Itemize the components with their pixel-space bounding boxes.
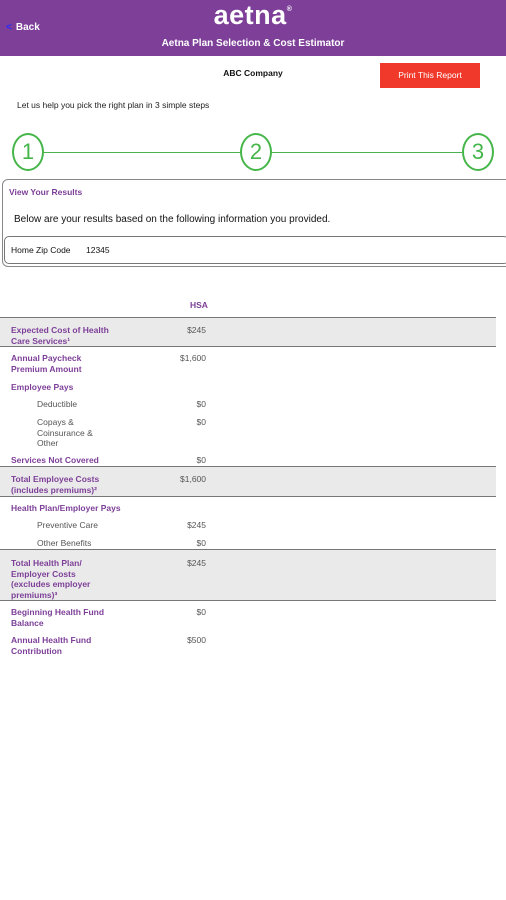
row-value: $1,600 — [180, 474, 206, 484]
row-label: Expected Cost of Health Care Services¹ — [11, 325, 109, 346]
table-row: Beginning Health Fund Balance $0 — [0, 607, 496, 629]
table-row: Health Plan/Employer Pays — [0, 503, 496, 515]
row-label: Annual Health Fund Contribution — [11, 635, 92, 656]
app-subtitle: Aetna Plan Selection & Cost Estimator — [161, 38, 345, 49]
table-row: Total Employee Costs (includes premiums)²… — [0, 466, 496, 497]
table-row: Expected Cost of Health Care Services¹ $2… — [0, 317, 496, 347]
row-label: Health Plan/Employer Pays — [11, 503, 121, 513]
row-value: $0 — [196, 607, 206, 617]
plan-column-header: HSA — [190, 300, 208, 310]
step-connector — [44, 152, 240, 153]
brand-name: aetna — [213, 0, 287, 30]
row-label: Services Not Covered — [11, 455, 99, 465]
table-row: Annual Health Fund Contribution $500 — [0, 635, 496, 657]
table-row: Deductible $0 — [0, 399, 496, 411]
registered-mark: ® — [286, 6, 293, 13]
row-value: $245 — [187, 558, 206, 568]
intro-text: Let us help you pick the right plan in 3… — [17, 100, 210, 110]
print-report-button[interactable]: Print This Report — [380, 63, 480, 88]
table-row: Total Health Plan/Employer Costs (exclude… — [0, 549, 496, 601]
row-label: Employee Pays — [11, 382, 74, 392]
row-value: $0 — [196, 538, 206, 548]
row-label: Copays & Coinsurance & Other — [37, 417, 93, 448]
step-2[interactable]: 2 — [240, 133, 272, 171]
step-indicator: 1 2 3 — [0, 130, 506, 176]
table-row: Preventive Care $245 — [0, 520, 496, 532]
results-description: Below are your results based on the foll… — [14, 214, 331, 225]
step-1[interactable]: 1 — [12, 133, 44, 171]
row-label: Beginning Health Fund Balance — [11, 607, 105, 628]
row-value: $245 — [187, 325, 206, 335]
step-connector — [272, 152, 462, 153]
row-label: Annual Paycheck Premium Amount — [11, 353, 82, 374]
row-label: Total Health Plan/Employer Costs (exclude… — [11, 558, 91, 600]
row-label: Other Benefits — [37, 538, 92, 548]
results-panel: View Your Results Below are your results… — [2, 179, 506, 267]
row-label: Preventive Care — [37, 520, 98, 530]
table-row: Copays & Coinsurance & Other $0 — [0, 417, 496, 450]
row-label: Deductible — [37, 399, 78, 409]
row-value: $0 — [196, 417, 206, 427]
row-value: $0 — [196, 399, 206, 409]
row-value: $500 — [187, 635, 206, 645]
row-label: Total Employee Costs (includes premiums)² — [11, 474, 100, 495]
row-value: $1,600 — [180, 353, 206, 363]
row-value: $0 — [196, 455, 206, 465]
zip-code-label: Home Zip Code — [11, 245, 71, 255]
app-header: < Back aetna® Aetna Plan Selection & Cost… — [0, 0, 506, 56]
results-title: View Your Results — [9, 187, 83, 197]
table-row: Annual Paycheck Premium Amount $1,600 — [0, 353, 496, 375]
table-row: Employee Pays — [0, 382, 496, 394]
row-value: $245 — [187, 520, 206, 530]
aetna-logo: aetna® — [0, 0, 506, 31]
zip-code-row: Home Zip Code 12345 — [4, 236, 506, 264]
zip-code-value: 12345 — [86, 245, 110, 255]
step-3[interactable]: 3 — [462, 133, 494, 171]
